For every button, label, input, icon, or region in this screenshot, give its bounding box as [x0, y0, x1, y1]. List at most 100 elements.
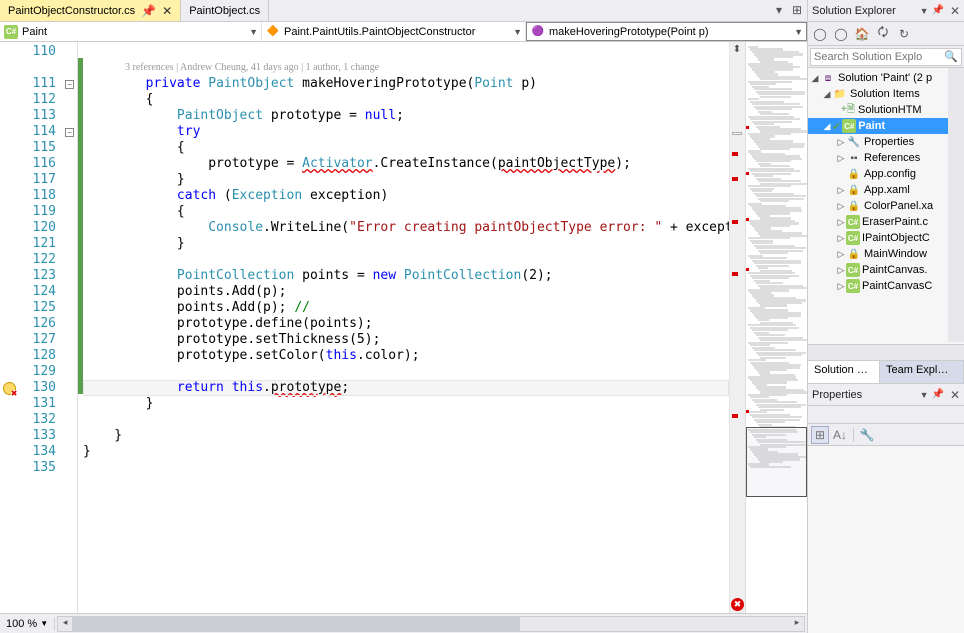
sync-icon[interactable]: 🗘 [873, 24, 893, 44]
close-icon[interactable]: ✕ [950, 388, 960, 402]
tree-vscroll[interactable] [948, 68, 964, 342]
split-icon[interactable]: ⬍ [731, 44, 743, 54]
error-gutter [0, 42, 18, 613]
properties-titlebar: Properties ▼ 📌 ✕ [808, 384, 964, 406]
pin-icon[interactable]: 📌 [931, 5, 943, 16]
explorer-tabs: Solution E… Team Expl… [808, 361, 964, 383]
search-input[interactable] [810, 48, 962, 66]
csharp-icon: C# [846, 279, 860, 293]
class-label: Paint.PaintUtils.PaintObjectConstructor [284, 26, 475, 38]
document-tabs: PaintObjectConstructor.cs 📌 ✕ PaintObjec… [0, 0, 807, 22]
class-dropdown[interactable]: 🔶 Paint.PaintUtils.PaintObjectConstructo… [262, 22, 526, 41]
tree-solution[interactable]: ◢⧈ Solution 'Paint' (2 p [808, 70, 964, 86]
dropdown-icon[interactable]: ▾ [771, 2, 787, 18]
right-panel: Solution Explorer ▼ 📌 ✕ ◯ ◯ 🏠 🗘 ↻ 🔍 ◢⧈ S… [808, 0, 964, 633]
minimap[interactable] [745, 42, 807, 613]
method-label: makeHoveringPrototype(Point p) [549, 26, 709, 38]
solution-toolbar: ◯ ◯ 🏠 🗘 ↻ [808, 22, 964, 46]
solution-icon: ⧈ [820, 71, 836, 85]
tree-appconfig[interactable]: 🔒 App.config [808, 166, 964, 182]
csharp-icon: C# [846, 215, 860, 229]
csharp-icon: C# [846, 263, 860, 277]
alphabetical-icon[interactable]: A↓ [831, 426, 849, 444]
properties-grid [808, 446, 964, 633]
tree-hscroll[interactable] [808, 344, 964, 360]
solution-tree: ◢⧈ Solution 'Paint' (2 p ◢📁 Solution Ite… [808, 68, 964, 361]
properties-toolbar: ⊞ A↓ 🔧 [808, 424, 964, 446]
csharp-icon: C# [846, 231, 860, 245]
editor-status-bar: 100 % ▼ ◂ ▸ [0, 613, 807, 633]
chevron-down-icon[interactable]: ▼ [920, 6, 929, 16]
chevron-down-icon: ▼ [794, 27, 803, 37]
search-icon[interactable]: 🔍 [944, 50, 958, 63]
tab-label: PaintObject.cs [189, 5, 260, 17]
config-icon: 🔒 [846, 167, 862, 181]
chevron-down-icon[interactable]: ▼ [920, 390, 929, 400]
wrench-icon: 🔧 [846, 135, 862, 149]
chevron-down-icon: ▼ [249, 27, 258, 37]
tree-properties[interactable]: ▷🔧 Properties [808, 134, 964, 150]
properties-panel: Properties ▼ 📌 ✕ ⊞ A↓ 🔧 [808, 383, 964, 633]
scroll-right-icon[interactable]: ▸ [790, 617, 804, 631]
back-icon[interactable]: ◯ [810, 24, 830, 44]
code-editor: 1101111121131141151161171181191201211221… [0, 42, 807, 613]
chevron-down-icon: ▼ [513, 27, 522, 37]
pin-icon[interactable]: 📌 [141, 4, 156, 18]
xaml-icon: 🔒 [846, 247, 862, 261]
namespace-dropdown[interactable]: C# Paint ▼ [0, 22, 262, 41]
code-content[interactable]: 3 references | Andrew Cheung, 41 days ag… [83, 42, 729, 613]
tree-paintcanvas2[interactable]: ▷C# PaintCanvasC [808, 278, 964, 294]
tree-eraserpaint[interactable]: ▷C# EraserPaint.c [808, 214, 964, 230]
pin-icon[interactable]: 📌 [931, 389, 943, 400]
solution-explorer-titlebar: Solution Explorer ▼ 📌 ✕ [808, 0, 964, 22]
tree-paintcanvas1[interactable]: ▷C# PaintCanvas. [808, 262, 964, 278]
tab-solution-explorer[interactable]: Solution E… [808, 361, 880, 383]
navigation-bar: C# Paint ▼ 🔶 Paint.PaintUtils.PaintObjec… [0, 22, 807, 42]
class-icon: 🔶 [266, 25, 280, 39]
xaml-icon: 🔒 [846, 199, 862, 213]
tab-team-explorer[interactable]: Team Expl… [880, 361, 964, 383]
tree-colorpanel[interactable]: ▷🔒 ColorPanel.xa [808, 198, 964, 214]
property-pages-icon[interactable]: 🔧 [858, 426, 876, 444]
tree-solution-html[interactable]: +🗎 SolutionHTM [808, 102, 964, 118]
close-icon[interactable]: ✕ [950, 4, 960, 18]
namespace-label: Paint [22, 26, 47, 38]
method-dropdown[interactable]: 🟣 makeHoveringPrototype(Point p) ▼ [526, 22, 807, 41]
tree-references[interactable]: ▷▪▪ References [808, 150, 964, 166]
properties-selector[interactable] [808, 406, 964, 424]
file-icon: +🗎 [840, 103, 856, 117]
solution-search: 🔍 [808, 46, 964, 68]
tab-paintobjectconstructor[interactable]: PaintObjectConstructor.cs 📌 ✕ [0, 0, 181, 21]
tree-appxaml[interactable]: ▷🔒 App.xaml [808, 182, 964, 198]
tree-project-paint[interactable]: ◢✔C# Paint [808, 118, 964, 134]
panel-title: Solution Explorer [812, 5, 920, 17]
csharp-icon: C# [842, 119, 856, 133]
minimap-viewport[interactable] [746, 427, 807, 497]
tab-label: PaintObjectConstructor.cs [8, 5, 135, 17]
panel-title: Properties [812, 389, 920, 401]
tree-solution-items[interactable]: ◢📁 Solution Items [808, 86, 964, 102]
close-icon[interactable]: ✕ [162, 4, 172, 18]
forward-icon[interactable]: ◯ [831, 24, 851, 44]
overview-ruler[interactable]: ⬍ ✖ [729, 42, 745, 613]
method-icon: 🟣 [531, 25, 545, 39]
tree-mainwindow[interactable]: ▷🔒 MainWindow [808, 246, 964, 262]
refresh-icon[interactable]: ↻ [894, 24, 914, 44]
tree-ipaintobject[interactable]: ▷C# IPaintObjectC [808, 230, 964, 246]
folder-icon: 📁 [832, 87, 848, 101]
categorized-icon[interactable]: ⊞ [811, 426, 829, 444]
zoom-dropdown[interactable]: 100 % ▼ [0, 618, 55, 630]
csharp-icon: C# [4, 25, 18, 39]
home-icon[interactable]: 🏠 [852, 24, 872, 44]
zoom-label: 100 % [6, 618, 37, 630]
chevron-down-icon: ▼ [40, 619, 48, 628]
error-indicator-icon[interactable]: ✖ [731, 598, 744, 611]
line-numbers: 1101111121131141151161171181191201211221… [18, 42, 62, 613]
outline-gutter[interactable]: −− [62, 42, 78, 613]
window-menu-icon[interactable]: ⊞ [789, 2, 805, 18]
editor-area: PaintObjectConstructor.cs 📌 ✕ PaintObjec… [0, 0, 808, 633]
tab-paintobject[interactable]: PaintObject.cs [181, 0, 269, 21]
scroll-thumb[interactable] [72, 617, 520, 631]
horizontal-scrollbar[interactable]: ◂ ▸ [57, 616, 805, 632]
scroll-left-icon[interactable]: ◂ [58, 617, 72, 631]
